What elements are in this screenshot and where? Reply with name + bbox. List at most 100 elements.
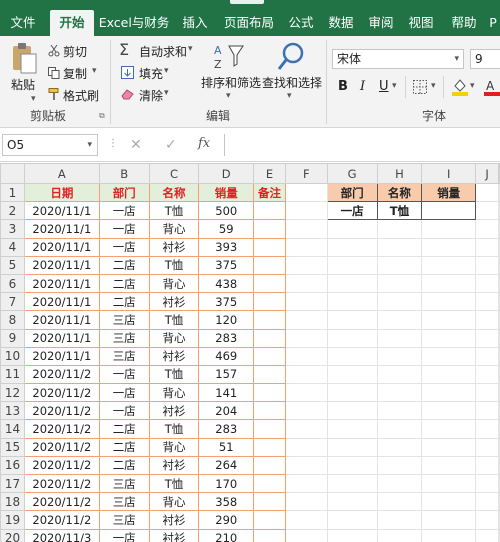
- fill-dropdown-icon[interactable]: ▾: [164, 66, 169, 76]
- sort-filter-dropdown-icon[interactable]: ▾: [226, 91, 231, 101]
- data-cell[interactable]: 背心: [148, 437, 200, 457]
- cell[interactable]: [498, 419, 500, 439]
- cell[interactable]: [498, 273, 500, 294]
- data-cell[interactable]: 衬衫: [148, 292, 200, 312]
- note-cell[interactable]: [253, 437, 287, 457]
- data-cell[interactable]: 一店: [98, 364, 150, 385]
- data-cell[interactable]: 二店: [98, 292, 150, 312]
- data-cell[interactable]: 2020/11/2: [23, 401, 100, 421]
- data-cell[interactable]: 二店: [98, 255, 150, 275]
- note-cell[interactable]: [253, 419, 287, 439]
- tab-formulas[interactable]: 公式: [282, 10, 320, 36]
- tab-help[interactable]: 帮助: [444, 10, 484, 36]
- data-cell[interactable]: 2020/11/2: [23, 510, 100, 530]
- cell[interactable]: [285, 310, 328, 330]
- cell[interactable]: [475, 310, 499, 330]
- cell[interactable]: [326, 364, 378, 385]
- data-cell[interactable]: 2020/11/2: [23, 473, 100, 494]
- row-header[interactable]: 1: [0, 182, 25, 203]
- row-header[interactable]: 11: [0, 364, 25, 385]
- data-cell[interactable]: 59: [198, 219, 255, 239]
- format-painter-icon[interactable]: [48, 88, 60, 104]
- column-header-e[interactable]: E: [253, 163, 287, 184]
- cell[interactable]: [326, 437, 378, 457]
- data-cell[interactable]: 一店: [98, 401, 150, 421]
- copy-button[interactable]: 复制: [63, 65, 87, 82]
- cell[interactable]: [498, 437, 500, 457]
- autosum-icon[interactable]: Σ: [119, 40, 129, 59]
- cell[interactable]: [376, 528, 423, 542]
- lookup-header-cell[interactable]: 部门: [326, 182, 378, 203]
- cell[interactable]: [475, 201, 499, 221]
- cell[interactable]: [421, 346, 477, 366]
- cell[interactable]: [326, 383, 378, 403]
- cell[interactable]: [475, 219, 499, 239]
- data-cell[interactable]: 衬衫: [148, 510, 200, 530]
- row-header[interactable]: 18: [0, 492, 25, 512]
- clipboard-launcher-icon[interactable]: ⧉: [99, 111, 105, 121]
- lookup-header-cell[interactable]: 销量: [421, 182, 477, 203]
- cell[interactable]: [498, 255, 500, 275]
- cell[interactable]: [421, 255, 477, 275]
- cell[interactable]: [326, 473, 378, 494]
- cell[interactable]: [285, 419, 328, 439]
- data-cell[interactable]: 背心: [148, 328, 200, 348]
- select-all-corner[interactable]: [0, 163, 25, 184]
- underline-button[interactable]: U: [379, 79, 389, 94]
- data-cell[interactable]: 283: [198, 328, 255, 348]
- data-cell[interactable]: 264: [198, 455, 255, 476]
- cell[interactable]: [475, 255, 499, 275]
- cell[interactable]: [285, 383, 328, 403]
- cell[interactable]: [421, 383, 477, 403]
- cell[interactable]: [326, 328, 378, 348]
- cell[interactable]: [475, 528, 499, 542]
- note-cell[interactable]: [253, 346, 287, 366]
- note-cell[interactable]: [253, 201, 287, 221]
- row-header[interactable]: 13: [0, 401, 25, 421]
- cell[interactable]: [285, 328, 328, 348]
- data-cell[interactable]: T恤: [148, 310, 200, 330]
- cell[interactable]: [376, 455, 423, 476]
- cell[interactable]: [285, 510, 328, 530]
- data-cell[interactable]: 背心: [148, 383, 200, 403]
- cell[interactable]: [475, 237, 499, 257]
- cell[interactable]: [421, 364, 477, 385]
- bold-button[interactable]: B: [338, 79, 348, 94]
- cell[interactable]: [376, 510, 423, 530]
- note-cell[interactable]: [253, 510, 287, 530]
- note-cell[interactable]: [253, 528, 287, 542]
- note-cell[interactable]: [253, 401, 287, 421]
- header-cell[interactable]: 销量: [198, 182, 255, 203]
- data-cell[interactable]: 2020/11/2: [23, 492, 100, 512]
- data-cell[interactable]: 衬衫: [148, 528, 200, 542]
- data-cell[interactable]: 衬衫: [148, 346, 200, 366]
- data-cell[interactable]: T恤: [148, 201, 200, 221]
- sort-filter-icon[interactable]: AZ: [214, 42, 246, 77]
- data-cell[interactable]: 三店: [98, 492, 150, 512]
- data-cell[interactable]: 393: [198, 237, 255, 257]
- cell[interactable]: [285, 346, 328, 366]
- row-header[interactable]: 10: [0, 346, 25, 366]
- cell[interactable]: [421, 273, 477, 294]
- column-header-k[interactable]: [498, 163, 500, 184]
- cell[interactable]: [421, 473, 477, 494]
- row-header[interactable]: 3: [0, 219, 25, 239]
- data-cell[interactable]: 2020/11/1: [23, 328, 100, 348]
- data-cell[interactable]: 120: [198, 310, 255, 330]
- header-cell[interactable]: 部门: [98, 182, 150, 203]
- cell[interactable]: [475, 364, 499, 385]
- clear-button[interactable]: 清除: [139, 87, 163, 104]
- data-cell[interactable]: 一店: [98, 528, 150, 542]
- data-cell[interactable]: 283: [198, 419, 255, 439]
- cell[interactable]: [326, 219, 378, 239]
- cell[interactable]: [285, 401, 328, 421]
- fill-button[interactable]: 填充: [139, 65, 163, 82]
- row-header[interactable]: 12: [0, 383, 25, 403]
- cell[interactable]: [421, 455, 477, 476]
- tab-insert[interactable]: 插入: [176, 10, 214, 36]
- note-cell[interactable]: [253, 237, 287, 257]
- data-cell[interactable]: 一店: [98, 201, 150, 221]
- cell[interactable]: [475, 273, 499, 294]
- data-cell[interactable]: T恤: [148, 473, 200, 494]
- data-cell[interactable]: 2020/11/1: [23, 273, 100, 294]
